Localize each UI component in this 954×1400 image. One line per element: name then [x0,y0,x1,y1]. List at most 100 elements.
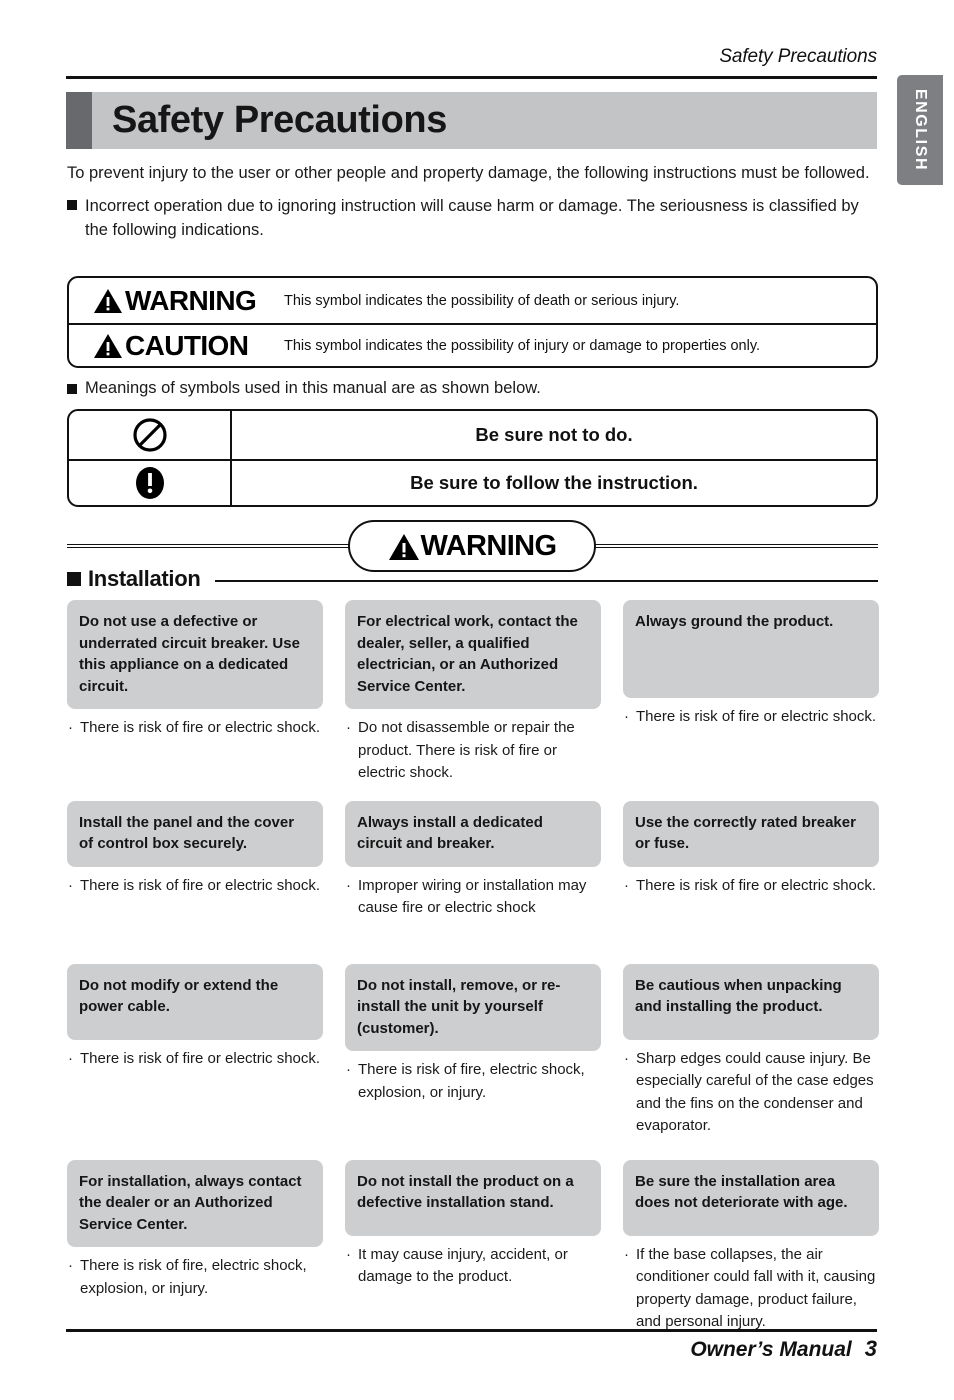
mandatory-exclamation-icon [69,461,232,505]
footer-rule [66,1329,877,1332]
card-detail-wrap: · There is risk of fire or electric shoc… [67,875,323,898]
bullet-dot-icon: · [624,708,629,725]
warning-triangle-icon [93,333,123,359]
warning-card: Do not install the product on a defectiv… [345,1159,601,1289]
page-title-banner: Safety Precautions [66,92,877,149]
warning-card-grid: Do not use a defective or underrated cir… [67,600,879,1334]
card-detail-wrap: · Improper wiring or installation may ca… [345,875,601,920]
card-heading: Install the panel and the cover of contr… [67,800,323,867]
divider-line-left [67,544,352,548]
card-detail: There is risk of fire or electric shock. [80,1049,321,1067]
warning-card: Do not modify or extend the power cable.… [67,963,323,1071]
legend-caution-word: CAUTION [125,329,249,361]
signal-word-legend: WARNING This symbol indicates the possib… [67,276,878,368]
symbol-text-prohibition: Be sure not to do. [475,424,633,445]
card-detail: There is risk of fire or electric shock. [636,876,877,894]
card-heading: Always install a dedicated circuit and b… [345,800,601,867]
card-heading: Be sure the installation area does not d… [623,1159,879,1236]
bullet-dot-icon: · [624,1245,629,1263]
divider-line-right [593,544,878,548]
square-bullet-icon [67,572,81,586]
card-detail-wrap: · If the base collapses, the air conditi… [623,1244,879,1334]
card-heading: Use the correctly rated breaker or fuse. [623,800,879,867]
symbols-note: Meanings of symbols used in this manual … [85,379,541,397]
legend-row-caution: CAUTION This symbol indicates the possib… [69,323,876,366]
warning-card: For electrical work, contact the dealer,… [345,600,601,785]
footer-manual-label: Owner’s Manual [690,1338,852,1361]
symbol-text-mandatory: Be sure to follow the instruction. [410,472,698,493]
warning-card: Always ground the product. · There is ri… [623,600,879,729]
language-tab: ENGLISH [897,75,943,185]
legend-caution-label: CAUTION [69,330,284,362]
subsection-rule [214,580,878,582]
bullet-dot-icon: · [346,1245,351,1263]
card-row: Install the panel and the cover of contr… [67,800,879,920]
intro-paragraph-2-wrap: Incorrect operation due to ignoring inst… [67,194,879,242]
square-bullet-icon [67,200,77,210]
bullet-dot-icon: · [68,876,73,894]
symbol-row-mandatory: Be sure to follow the instruction. [69,459,876,505]
section-banner-word: WARNING [420,529,558,562]
card-detail-wrap: · There is risk of fire or electric shoc… [623,706,879,729]
card-detail: It may cause injury, accident, or damage… [358,1245,568,1286]
card-detail: There is risk of fire or electric shock. [80,876,321,894]
bullet-dot-icon: · [346,719,351,736]
warning-triangle-icon [388,533,419,560]
card-row: For installation, always contact the dea… [67,1159,879,1334]
language-tab-label: ENGLISH [912,88,929,172]
card-detail: There is risk of fire or electric shock. [80,719,321,736]
symbol-meaning-table: Be sure not to do. Be sure to follow the… [67,409,878,507]
header-rule [66,76,877,79]
card-detail: There is risk of fire or electric shock. [636,708,877,725]
card-heading: Do not install the product on a defectiv… [345,1159,601,1236]
square-bullet-icon [67,384,77,394]
title-accent-swatch [66,92,92,149]
bullet-dot-icon: · [346,876,351,894]
warning-card: Be cautious when unpacking and installin… [623,963,879,1138]
symbols-note-wrap: Meanings of symbols used in this manual … [67,379,879,398]
card-heading: Be cautious when unpacking and installin… [623,963,879,1040]
bullet-dot-icon: · [346,1061,351,1078]
card-detail-wrap: · It may cause injury, accident, or dama… [345,1244,601,1289]
bullet-dot-icon: · [624,1049,629,1067]
card-heading: For electrical work, contact the dealer,… [345,600,601,709]
running-head: Safety Precautions [719,46,877,67]
legend-warning-label: WARNING [69,285,284,317]
card-detail-wrap: · Sharp edges could cause injury. Be esp… [623,1048,879,1138]
subsection-installation: Installation [67,565,878,593]
warning-card: For installation, always contact the dea… [67,1159,323,1301]
prohibition-circle-icon [69,411,232,459]
warning-card: Do not use a defective or underrated cir… [67,600,323,740]
legend-warning-word: WARNING [125,284,257,316]
intro-block: To prevent injury to the user or other p… [67,161,879,242]
card-detail: If the base collapses, the air condition… [636,1245,876,1331]
bullet-dot-icon: · [68,1257,73,1274]
card-detail-wrap: · There is risk of fire, electric shock,… [345,1059,601,1104]
symbol-row-prohibition: Be sure not to do. [69,411,876,459]
legend-row-warning: WARNING This symbol indicates the possib… [69,278,876,323]
card-detail-wrap: · There is risk of fire, electric shock,… [67,1255,323,1300]
card-detail: There is risk of fire, electric shock, e… [80,1257,307,1297]
card-row: Do not modify or extend the power cable.… [67,963,879,1138]
card-heading: For installation, always contact the dea… [67,1159,323,1247]
bullet-dot-icon: · [68,719,73,736]
card-detail: Improper wiring or installation may caus… [358,876,587,917]
warning-card: Install the panel and the cover of contr… [67,800,323,898]
legend-warning-description: This symbol indicates the possibility of… [284,292,680,309]
card-detail-wrap: · There is risk of fire or electric shoc… [623,875,879,898]
subsection-label: Installation [88,566,201,591]
card-detail-wrap: · There is risk of fire or electric shoc… [67,1048,323,1071]
bullet-dot-icon: · [68,1049,73,1067]
footer-page-number: 3 [864,1336,877,1361]
manual-page: Safety Precautions ENGLISH Safety Precau… [0,0,954,1400]
legend-caution-description: This symbol indicates the possibility of… [284,337,761,354]
page-title: Safety Precautions [112,99,447,141]
warning-card: Always install a dedicated circuit and b… [345,800,601,920]
intro-paragraph-2: Incorrect operation due to ignoring inst… [85,197,859,239]
warning-card: Be sure the installation area does not d… [623,1159,879,1334]
bullet-dot-icon: · [624,876,629,894]
card-detail-wrap: · There is risk of fire or electric shoc… [67,717,323,740]
card-heading: Do not modify or extend the power cable. [67,963,323,1040]
card-heading: Do not use a defective or underrated cir… [67,600,323,709]
card-heading: Do not install, remove, or re-install th… [345,963,601,1051]
